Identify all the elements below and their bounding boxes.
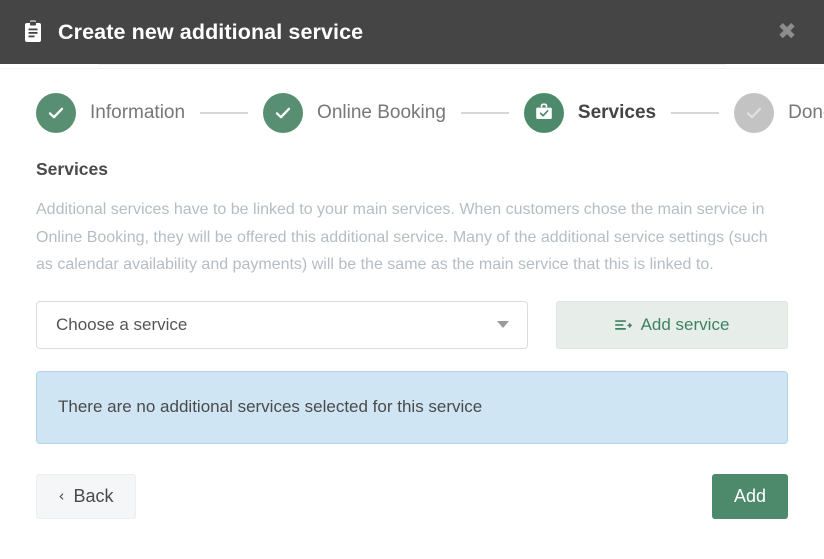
step-services[interactable]: Services — [523, 93, 657, 133]
chevron-down-icon — [497, 321, 509, 329]
add-service-button-label: Add service — [640, 314, 730, 334]
step-information[interactable]: Information — [36, 93, 185, 133]
check-icon — [263, 93, 304, 133]
step-label-online-booking: Online Booking — [317, 102, 446, 123]
add-button[interactable]: Add — [712, 473, 788, 519]
header-divider — [0, 64, 824, 69]
briefcase-check-icon — [523, 93, 564, 133]
step-label-information: Information — [90, 102, 186, 123]
create-additional-service-modal: Create new additional service ✖ Informat… — [0, 0, 824, 559]
back-button[interactable]: ‹ Back — [36, 473, 136, 519]
step-label-done: Done — [788, 102, 824, 123]
section-description: Additional services have to be linked to… — [36, 201, 768, 274]
no-services-alert: There are no additional services selecte… — [36, 370, 788, 444]
check-icon — [734, 93, 775, 133]
close-icon[interactable]: ✖ — [776, 21, 798, 44]
no-services-alert-text: There are no additional services selecte… — [58, 397, 483, 417]
step-connector-2 — [460, 112, 509, 114]
step-connector-1 — [200, 112, 249, 114]
modal-footer: ‹ Back Add — [36, 473, 788, 519]
back-button-label: Back — [73, 485, 114, 506]
step-label-services: Services — [577, 102, 657, 123]
service-controls-row: Choose a service Add service — [36, 300, 788, 349]
add-button-label: Add — [733, 485, 767, 506]
add-service-button[interactable]: Add service — [556, 300, 788, 349]
service-select-value: Choose a service — [56, 314, 188, 334]
wizard-stepper: Information Online Booking Services Don — [36, 93, 824, 133]
page-title: Create new additional service — [58, 19, 364, 44]
section-title: Services — [36, 159, 109, 179]
clipboard-icon — [22, 20, 44, 44]
chevron-left-icon: ‹ — [58, 486, 65, 505]
step-connector-3 — [671, 112, 720, 114]
step-online-booking[interactable]: Online Booking — [263, 93, 446, 133]
check-icon — [36, 93, 76, 133]
service-select[interactable]: Choose a service — [36, 300, 528, 349]
step-done[interactable]: Done — [734, 93, 824, 133]
list-plus-icon — [614, 318, 632, 332]
modal-header: Create new additional service ✖ — [0, 0, 824, 64]
modal-body: Information Online Booking Services Don … — [0, 69, 824, 519]
